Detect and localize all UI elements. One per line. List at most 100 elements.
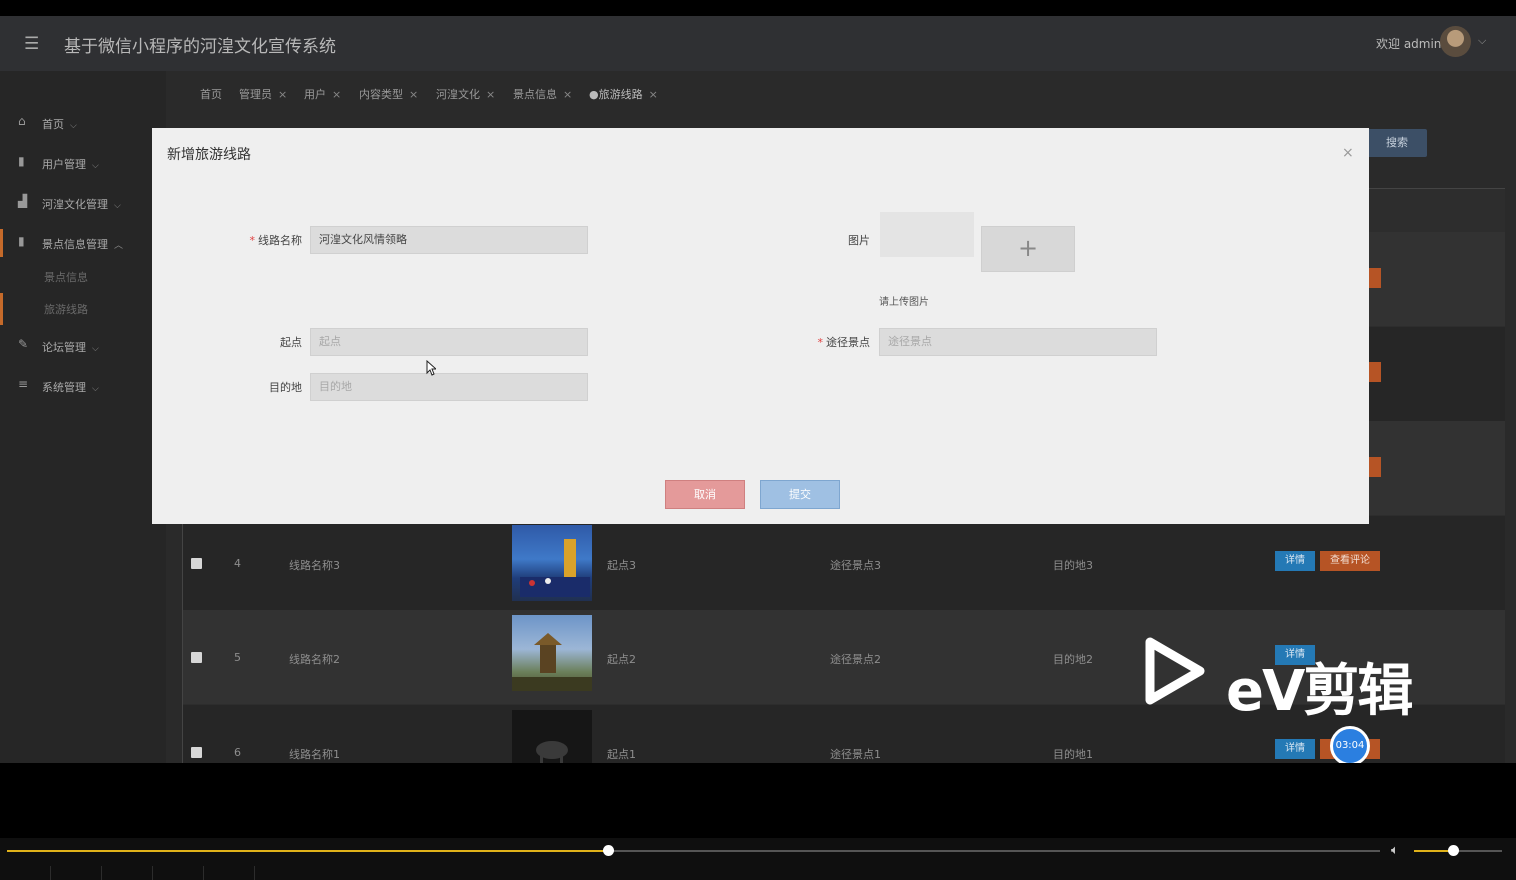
tab-admin[interactable]: 管理员 × — [239, 86, 287, 102]
route-image — [512, 525, 592, 601]
via-input[interactable]: 途径景点 — [879, 328, 1157, 356]
sidebar-item-forum-management[interactable]: ✎ 论坛管理 ⌵ — [0, 332, 166, 360]
sidebar-subitem-travel-route[interactable]: 旅游线路 — [44, 301, 88, 317]
sidebar-item-home[interactable]: ⌂ 首页 ⌵ — [0, 109, 166, 137]
route-start: 起点1 — [607, 748, 636, 761]
active-dot-icon: ● — [589, 88, 599, 101]
tab-label: 首页 — [200, 88, 222, 101]
row-checkbox[interactable] — [191, 558, 202, 569]
detail-button[interactable]: 详情 — [1275, 551, 1315, 571]
sidebar-item-label: 首页 — [42, 118, 64, 131]
row-checkbox[interactable] — [191, 652, 202, 663]
divider — [203, 866, 204, 880]
close-icon[interactable]: × — [332, 88, 341, 101]
close-icon[interactable]: × — [649, 88, 658, 101]
divider — [50, 866, 51, 880]
tab-label: 管理员 — [239, 88, 272, 101]
review-button[interactable]: 查看评论 — [1320, 551, 1380, 571]
required-mark: * — [249, 234, 256, 247]
sidebar-item-scenic-management[interactable]: ▮ 景点信息管理 ︿ — [0, 229, 166, 257]
row-index: 5 — [234, 651, 241, 664]
chevron-up-icon: ︿ — [114, 241, 124, 251]
plus-icon: + — [1017, 234, 1039, 262]
submit-button[interactable]: 提交 — [760, 480, 840, 509]
route-destination: 目的地1 — [1053, 748, 1093, 761]
route-start: 起点3 — [607, 559, 636, 572]
video-player-bar: 🔈︎ — [0, 838, 1516, 880]
divider — [101, 866, 102, 880]
timer-badge: 03:04 — [1330, 726, 1370, 763]
dialog-title: 新增旅游线路 — [167, 147, 251, 163]
close-icon[interactable]: × — [409, 88, 418, 101]
tab-user[interactable]: 用户 × — [304, 86, 341, 102]
volume-icon[interactable]: 🔈︎ — [1391, 843, 1399, 858]
play-logo-icon — [1145, 637, 1205, 705]
chevron-down-icon: ⌵ — [92, 161, 99, 171]
sidebar-item-label: 用户管理 — [42, 158, 86, 171]
cancel-button[interactable]: 取消 — [665, 480, 745, 509]
tab-scenic-info[interactable]: 景点信息 × — [513, 86, 572, 102]
upload-button[interactable]: + — [981, 226, 1075, 272]
chevron-down-icon[interactable]: ⌵ — [1478, 34, 1486, 48]
tab-label: 用户 — [304, 88, 326, 101]
chevron-down-icon: ⌵ — [114, 201, 121, 211]
tab-home[interactable]: 首页 — [200, 86, 222, 102]
user-book-icon: ▮ — [18, 154, 25, 168]
sidebar-item-label: 景点信息管理 — [42, 238, 108, 251]
row-index: 4 — [234, 557, 241, 570]
sidebar-item-user-management[interactable]: ▮ 用户管理 ⌵ — [0, 149, 166, 177]
row-checkbox[interactable] — [191, 747, 202, 758]
tab-label: 内容类型 — [359, 88, 403, 101]
route-name: 线路名称2 — [289, 653, 340, 666]
route-name-input[interactable]: 河湟文化风情领略 — [310, 226, 588, 254]
close-icon[interactable]: × — [1342, 145, 1354, 161]
watermark-text: eV剪辑 — [1226, 659, 1413, 724]
image-label: 图片 — [848, 234, 870, 247]
scenery-thumbnail — [520, 539, 590, 597]
destination-label: 目的地 — [269, 381, 302, 394]
edit-icon: ✎ — [18, 337, 29, 351]
mouse-cursor-icon — [426, 360, 436, 376]
watermark: eV剪辑 — [1142, 634, 1442, 724]
route-start: 起点2 — [607, 653, 636, 666]
app-title: 基于微信小程序的河湟文化宣传系统 — [64, 37, 336, 57]
progress-knob[interactable] — [603, 845, 615, 856]
via-label: * 途径景点 — [760, 334, 871, 350]
tab-travel-route[interactable]: ●旅游线路 × — [589, 86, 658, 102]
volume-fill — [1414, 850, 1453, 852]
tab-label: 河湟文化 — [436, 88, 480, 101]
close-icon[interactable]: × — [563, 88, 572, 101]
search-button[interactable]: 搜索 — [1367, 129, 1427, 157]
close-icon[interactable]: × — [486, 88, 495, 101]
bookmark-icon: ▮ — [18, 234, 25, 248]
detail-button[interactable]: 详情 — [1275, 739, 1315, 759]
avatar[interactable] — [1440, 26, 1471, 57]
menu-icon[interactable]: ☰ — [24, 34, 39, 54]
tab-content-type[interactable]: 内容类型 × — [359, 86, 418, 102]
divider — [254, 866, 255, 880]
close-icon[interactable]: × — [278, 88, 287, 101]
sidebar-subitem-scenic-info[interactable]: 景点信息 — [44, 269, 88, 285]
sidebar-item-culture-management[interactable]: ▟ 河湟文化管理 ⌵ — [0, 189, 166, 217]
sidebar-item-system-management[interactable]: ≡ 系统管理 ⌵ — [0, 372, 166, 400]
start-label: 起点 — [280, 336, 302, 349]
chart-icon: ▟ — [18, 194, 28, 208]
chevron-down-icon: ⌵ — [92, 344, 99, 354]
route-name-label: * 线路名称 — [192, 232, 303, 248]
scenery-thumbnail — [512, 633, 592, 691]
destination-input[interactable]: 目的地 — [310, 373, 588, 401]
volume-track[interactable] — [1414, 845, 1502, 856]
start-input[interactable]: 起点 — [310, 328, 588, 356]
volume-knob[interactable] — [1447, 845, 1459, 856]
route-image — [512, 615, 592, 691]
progress-fill — [7, 850, 609, 852]
field-label-text: 途径景点 — [826, 336, 870, 349]
tab-culture[interactable]: 河湟文化 × — [436, 86, 495, 102]
progress-track[interactable] — [7, 845, 1380, 856]
upload-tip: 请上传图片 — [879, 297, 929, 308]
sidebar-item-label: 系统管理 — [42, 381, 86, 394]
route-name: 线路名称3 — [289, 559, 340, 572]
home-icon: ⌂ — [18, 114, 26, 128]
list-icon: ≡ — [18, 377, 29, 391]
tab-label: 景点信息 — [513, 88, 557, 101]
